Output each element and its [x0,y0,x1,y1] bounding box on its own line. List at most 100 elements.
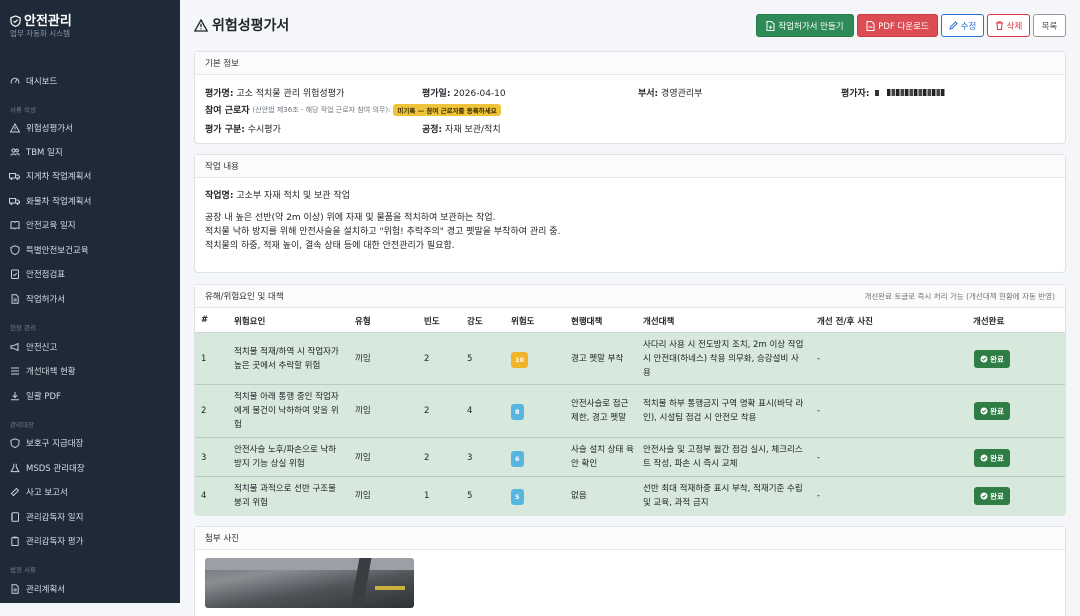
workers-note: (산안법 제36조 - 해당 작업 근로자 참여 의무): [252,105,391,114]
bandage-icon [9,487,20,498]
workers-missing-badge: 미기록 — 참여 근로자를 등록하세요 [393,103,501,116]
row-frequency: 1 [424,491,430,501]
table-row: 2 적치물 아래 통행 중인 작업자에게 물건이 낙하하여 맞을 위험 끼임 2… [195,385,1065,438]
list-label: 목록 [1041,21,1058,32]
hazards-card: 유해/위험요인 및 대책 개선완료 토글로 즉시 처리 가능 (개선대책 현황에… [194,284,1066,516]
sidebar-item-risk-assessment[interactable]: 위험성평가서 [0,118,180,138]
sidebar-item-safety-report[interactable]: 안전신고 [0,337,180,357]
file-plus-icon [766,20,775,31]
brand-title[interactable]: 안전관리 [10,10,72,29]
eval-type-label: 평가 구분: [205,125,245,135]
sidebar-item-special-edu[interactable]: 특별안전보건교육 [0,240,180,260]
row-factor: 적치물 적재/하역 시 작업자가 높은 곳에서 추락할 위험 [234,347,339,371]
sidebar-item-work-permit[interactable]: 작업허가서 [0,289,180,309]
row-type: 끼임 [355,491,371,501]
attached-photo[interactable] [205,558,414,608]
sidebar-item-supervisor-eval[interactable]: 관리감독자 평가 [0,531,180,551]
row-factor: 적치물 과적으로 선반 구조물 붕괴 위험 [234,484,336,508]
row-photo: - [817,491,821,501]
col-improve: 개선대책 [643,317,675,327]
basic-info-card: 기본 정보 평가명: 고소 적치물 관리 위험성평가 평가일: 2026-04-… [194,51,1066,144]
list-button[interactable]: 목록 [1033,14,1066,37]
delete-label: 삭제 [1006,21,1023,32]
sidebar: 안전관리 업무 자동화 시스템 대시보드 서류 작성 위험성평가서 TBM 일지… [0,0,180,603]
check-circle-icon [980,492,988,500]
row-current: 없음 [571,491,587,501]
row-current: 사슬 설치 상태 육안 확인 [571,445,634,469]
row-type: 끼임 [355,406,371,416]
done-label: 완료 [990,453,1004,463]
dept-label: 부서: [638,89,659,99]
sidebar-item-label: 위험성평가서 [26,124,73,134]
process-label: 공정: [422,125,443,135]
sidebar-item-supervisor-log[interactable]: 관리감독자 일지 [0,507,180,527]
process-value: 자재 보관/적치 [445,125,501,135]
table-row: 1 적치물 적재/하역 시 작업자가 높은 곳에서 추락할 위험 끼임 2 5 … [195,333,1065,385]
row-current: 안전사슬로 접근 제한, 경고 펫말 [571,399,629,423]
sidebar-item-safety-edu[interactable]: 안전교육 일지 [0,215,180,235]
assessor-label: 평가자: [841,89,870,99]
edit-button[interactable]: 수정 [941,14,984,37]
dept: 부서: 경영관리부 [638,86,702,99]
basic-info-header: 기본 정보 [195,52,1065,75]
done-toggle-button[interactable]: 완료 [974,487,1010,505]
sidebar-item-mgmt-plan[interactable]: 관리계획서 [0,579,180,599]
sidebar-item-label: 화물차 작업계획서 [26,197,92,207]
sidebar-item-improvement-status[interactable]: 개선대책 현황 [0,361,180,381]
sidebar-item-cargo-truck[interactable]: 화물차 작업계획서 [0,191,180,211]
done-toggle-button[interactable]: 완료 [974,350,1010,368]
sidebar-item-label: TBM 일지 [26,148,63,158]
photo-yellow-chain [375,586,405,590]
done-toggle-button[interactable]: 완료 [974,449,1010,467]
done-toggle-button[interactable]: 완료 [974,402,1010,420]
row-improve: 적치물 하부 통행금지 구역 명확 표시(바닥 라인), 시설팀 점검 시 안전… [643,399,804,423]
sidebar-item-label: 안전교육 일지 [26,221,76,231]
sidebar-item-accident-report[interactable]: 사고 보고서 [0,482,180,502]
row-improve: 사다리 사용 시 전도방지 조치, 2m 이상 작업 시 안전대(하네스) 착용… [643,340,804,378]
truck-icon [9,171,20,182]
sidebar-item-checklist[interactable]: 안전점검표 [0,264,180,284]
brand-title-text: 안전관리 [24,14,72,29]
pdf-download-button[interactable]: PDF 다운로드 [857,14,938,37]
sidebar-item-label: 관리감독자 평가 [26,537,84,547]
hazards-note: 개선완료 토글로 즉시 처리 가능 (개선대책 현황에 자동 반영) [864,291,1055,301]
work-name-value: 고소부 자재 적치 및 보관 작업 [236,191,350,201]
sidebar-item-label: 안전점검표 [26,270,66,280]
nav-section-site: 현장 관리 [10,324,36,332]
row-photo: - [817,406,821,416]
done-label: 완료 [990,354,1004,364]
table-row: 3 안전사슬 노후/파손으로 낙하 방지 기능 상실 위험 끼임 2 3 6 사… [195,438,1065,477]
participating-workers: 참여 근로자 (산안법 제36조 - 해당 작업 근로자 참여 의무): 미기록… [205,103,501,116]
hazards-table-header: # 위험요인 유형 빈도 강도 위험도 현행대책 개선대책 개선 전/후 사진 … [195,308,1065,333]
row-type: 끼임 [355,453,371,463]
sidebar-item-label: 작업허가서 [26,295,66,305]
assessor: 평가자: [841,86,946,99]
row-severity: 3 [467,453,473,463]
sidebar-item-ppe-ledger[interactable]: 보호구 지급대장 [0,433,180,453]
col-type: 유형 [355,317,371,327]
sidebar-item-tbm[interactable]: TBM 일지 [0,142,180,162]
risk-score-badge: 8 [511,404,524,420]
page-title: 위험성평가서 [193,15,289,35]
sidebar-item-msds[interactable]: MSDS 관리대장 [0,458,180,478]
sidebar-item-forklift[interactable]: 지게차 작업계획서 [0,166,180,186]
delete-button[interactable]: 삭제 [987,14,1030,37]
eval-name-label: 평가명: [205,89,234,99]
main-content: 위험성평가서 작업허가서 만들기 PDF 다운로드 수정 삭제 목록 기본 정보… [180,0,1080,616]
row-frequency: 2 [424,354,430,364]
work-name: 작업명: 고소부 자재 적치 및 보관 작업 [205,188,350,201]
sidebar-item-bulk-pdf[interactable]: 일괄 PDF [0,386,180,406]
work-description-line: 공장 내 높은 선반(약 2m 이상) 위에 자재 및 물품을 적치하여 보관하… [205,213,496,223]
nav-section-law: 법정 서류 [10,566,36,574]
workers-label: 참여 근로자 [205,106,250,116]
shield-icon [10,15,21,27]
sidebar-item-dashboard[interactable]: 대시보드 [0,71,180,91]
brand-subtitle: 업무 자동화 시스템 [10,29,70,38]
row-no: 4 [201,491,207,501]
shield-icon [9,245,20,256]
risk-score-badge: 10 [511,352,529,368]
row-photo: - [817,354,821,364]
sidebar-item-label: 관리감독자 일지 [26,513,84,523]
pencil-icon [948,21,958,30]
create-permit-button[interactable]: 작업허가서 만들기 [756,14,854,37]
